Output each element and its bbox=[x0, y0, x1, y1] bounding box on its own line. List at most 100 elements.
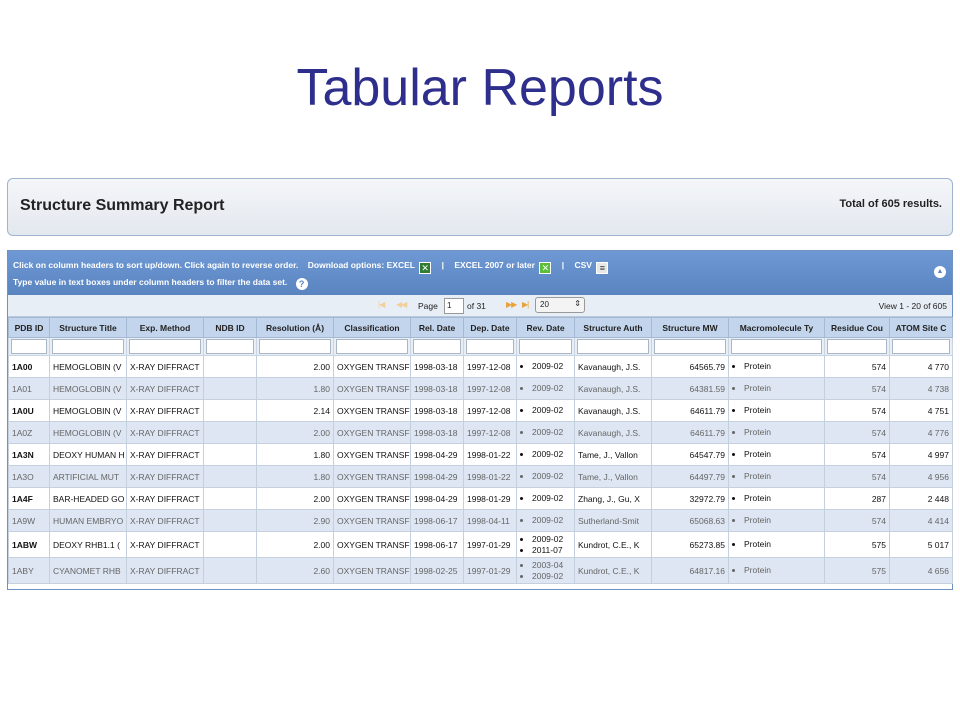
cell-list-item: Protein bbox=[744, 383, 821, 394]
prev-page-icon[interactable]: ◀◀ bbox=[396, 300, 407, 309]
column-filter-input[interactable] bbox=[206, 339, 254, 354]
column-filter-input[interactable] bbox=[654, 339, 726, 354]
atom-site-count-cell: 4 997 bbox=[889, 443, 953, 466]
grid-toolbar: Click on column headers to sort up/down.… bbox=[8, 251, 952, 295]
last-page-icon[interactable]: ▶| bbox=[522, 300, 529, 309]
classification-cell: OXYGEN TRANSF bbox=[333, 509, 411, 532]
cell-list: Protein bbox=[732, 565, 821, 576]
cell-list-item: 2009-02 bbox=[532, 493, 571, 504]
view-range: View 1 - 20 of 605 bbox=[878, 301, 947, 311]
csv-icon[interactable]: ≡ bbox=[596, 262, 609, 274]
cell-list-item: Protein bbox=[744, 427, 821, 438]
column-header[interactable]: Structure Auth bbox=[574, 317, 652, 338]
column-filter-cell bbox=[49, 337, 127, 356]
column-filter-input[interactable] bbox=[519, 339, 572, 354]
pdb-id-cell: 1A0U bbox=[8, 399, 50, 422]
structure-author-cell: Kavanaugh, J.S. bbox=[574, 355, 652, 378]
structure-title-cell: HEMOGLOBIN (V bbox=[49, 355, 127, 378]
column-header[interactable]: PDB ID bbox=[8, 317, 50, 338]
cell-list: Protein bbox=[732, 361, 821, 372]
column-filter-input[interactable] bbox=[413, 339, 461, 354]
residue-count-cell: 287 bbox=[824, 487, 890, 510]
first-page-icon[interactable]: |◀ bbox=[378, 300, 385, 309]
results-grid: Click on column headers to sort up/down.… bbox=[7, 250, 953, 590]
structure-mw-cell: 32972.79 bbox=[651, 487, 729, 510]
column-filter-input[interactable] bbox=[52, 339, 124, 354]
column-header[interactable]: Exp. Method bbox=[126, 317, 204, 338]
macromolecule-type-cell: Protein bbox=[728, 531, 825, 558]
residue-count-cell: 575 bbox=[824, 531, 890, 558]
cell-list: 2009-022011-07 bbox=[520, 534, 571, 556]
column-header[interactable]: Structure MW bbox=[651, 317, 729, 338]
column-header-row: PDB ID Structure Title Exp. Method NDB ID Re… bbox=[8, 317, 953, 338]
structure-title-cell: CYANOMET RHB bbox=[49, 557, 127, 584]
column-filter-input[interactable] bbox=[827, 339, 887, 354]
pdb-id-cell: 1ABY bbox=[8, 557, 50, 584]
column-filter-cell bbox=[574, 337, 652, 356]
column-header[interactable]: NDB ID bbox=[203, 317, 257, 338]
macromolecule-type-cell: Protein bbox=[728, 465, 825, 488]
download-excel-2007-link[interactable]: EXCEL 2007 or later bbox=[454, 260, 535, 270]
revision-date-cell: 2009-02 bbox=[516, 421, 575, 444]
atom-site-count-cell: 2 448 bbox=[889, 487, 953, 510]
column-filter-input[interactable] bbox=[259, 339, 331, 354]
page-size-select[interactable]: 20 ⇕ bbox=[535, 297, 585, 313]
resolution-cell: 2.60 bbox=[256, 557, 334, 584]
exp-method-cell: X-RAY DIFFRACT bbox=[126, 487, 204, 510]
download-csv-link[interactable]: CSV bbox=[574, 260, 591, 270]
column-filter-input[interactable] bbox=[731, 339, 822, 354]
revision-date-cell: 2009-02 bbox=[516, 377, 575, 400]
column-header[interactable]: Dep. Date bbox=[463, 317, 517, 338]
exp-method-cell: X-RAY DIFFRACT bbox=[126, 531, 204, 558]
structure-author-cell: Kavanaugh, J.S. bbox=[574, 399, 652, 422]
column-filter-input[interactable] bbox=[892, 339, 950, 354]
cell-list-item: 2009-02 bbox=[532, 383, 571, 394]
classification-cell: OXYGEN TRANSF bbox=[333, 557, 411, 584]
column-header[interactable]: Rel. Date bbox=[410, 317, 464, 338]
structure-author-cell: Tame, J., Vallon bbox=[574, 443, 652, 466]
table-row: 1ABY CYANOMET RHB X-RAY DIFFRACT 2.60 OXYGEN… bbox=[8, 557, 953, 584]
excel-2007-icon[interactable]: ✕ bbox=[539, 262, 552, 274]
next-page-icon[interactable]: ▶▶ bbox=[506, 300, 517, 309]
column-filter-input[interactable] bbox=[577, 339, 649, 354]
structure-author-cell: Zhang, J., Gu, X bbox=[574, 487, 652, 510]
revision-date-cell: 2009-02 bbox=[516, 399, 575, 422]
separator: | bbox=[561, 260, 565, 270]
deposit-date-cell: 1997-12-08 bbox=[463, 355, 517, 378]
column-filter-input[interactable] bbox=[336, 339, 408, 354]
excel-icon[interactable]: ✕ bbox=[419, 262, 432, 274]
deposit-date-cell: 1997-12-08 bbox=[463, 399, 517, 422]
column-filter-input[interactable] bbox=[466, 339, 514, 354]
classification-cell: OXYGEN TRANSF bbox=[333, 399, 411, 422]
cell-list: Protein bbox=[732, 515, 821, 526]
column-filter-input[interactable] bbox=[11, 339, 47, 354]
deposit-date-cell: 1997-01-29 bbox=[463, 557, 517, 584]
structure-title-cell: BAR-HEADED GO bbox=[49, 487, 127, 510]
download-excel-link[interactable]: EXCEL bbox=[387, 260, 415, 270]
help-icon[interactable]: ? bbox=[295, 278, 308, 290]
results-total: Total of 605 results. bbox=[839, 198, 943, 210]
table-row: 1A9W HUMAN EMBRYO X-RAY DIFFRACT 2.90 OXYGEN… bbox=[8, 509, 953, 532]
column-header[interactable]: Classification bbox=[333, 317, 411, 338]
cell-list: 2003-042009-02 bbox=[520, 560, 571, 582]
release-date-cell: 1998-03-18 bbox=[410, 399, 464, 422]
cell-list-item: Protein bbox=[744, 405, 821, 416]
column-header[interactable]: ATOM Site C bbox=[889, 317, 953, 338]
ndb-id-cell bbox=[203, 531, 257, 558]
classification-cell: OXYGEN TRANSF bbox=[333, 443, 411, 466]
column-header[interactable]: Resolution (Å) bbox=[256, 317, 334, 338]
column-header[interactable]: Structure Title bbox=[49, 317, 127, 338]
exp-method-cell: X-RAY DIFFRACT bbox=[126, 399, 204, 422]
column-header[interactable]: Residue Cou bbox=[824, 317, 890, 338]
column-filter-input[interactable] bbox=[129, 339, 201, 354]
structure-mw-cell: 65068.63 bbox=[651, 509, 729, 532]
column-header[interactable]: Rev. Date bbox=[516, 317, 575, 338]
structure-mw-cell: 64497.79 bbox=[651, 465, 729, 488]
table-row: 1A0U HEMOGLOBIN (V X-RAY DIFFRACT 2.14 OXYGE… bbox=[8, 399, 953, 422]
collapse-up-icon[interactable]: ▲ bbox=[934, 266, 946, 278]
release-date-cell: 1998-04-29 bbox=[410, 443, 464, 466]
page-number-input[interactable]: 1 bbox=[444, 298, 464, 314]
release-date-cell: 1998-03-18 bbox=[410, 421, 464, 444]
column-header[interactable]: Macromolecule Ty bbox=[728, 317, 825, 338]
structure-author-cell: Tame, J., Vallon bbox=[574, 465, 652, 488]
